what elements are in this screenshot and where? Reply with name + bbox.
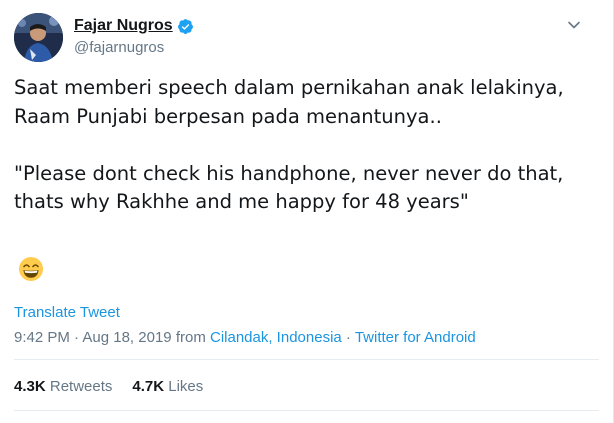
tweet-text: Saat memberi speech dalam pernikahan ana…: [14, 74, 599, 217]
tweet-metadata: 9:42 PM · Aug 18, 2019 from Cilandak, In…: [14, 329, 476, 346]
author-display-name[interactable]: Fajar Nugros: [74, 17, 173, 35]
translate-tweet-link[interactable]: Translate Tweet: [14, 304, 120, 321]
verified-badge-icon: [177, 18, 194, 35]
chevron-down-icon[interactable]: [567, 18, 581, 32]
grinning-face-emoji-icon: [18, 256, 44, 282]
tweet-source-link[interactable]: Twitter for Android: [355, 329, 476, 346]
tweet-date[interactable]: Aug 18, 2019: [82, 329, 171, 346]
avatar[interactable]: [14, 13, 63, 62]
tweet-location-link[interactable]: Cilandak, Indonesia: [210, 329, 342, 346]
divider: [14, 359, 599, 360]
from-label: from: [175, 329, 206, 346]
likes-count: 4.7K: [132, 378, 165, 395]
tweet-line: Raam Punjabi berpesan pada menantunya..: [14, 104, 442, 128]
likes-label: Likes: [168, 378, 204, 395]
divider: [14, 410, 599, 411]
tweet-line: thats why Rakhhe and me happy for 48 yea…: [14, 190, 469, 213]
retweets-stat[interactable]: 4.3K Retweets: [14, 378, 112, 395]
tweet-time[interactable]: 9:42 PM: [14, 329, 70, 346]
retweets-label: Retweets: [49, 378, 113, 395]
meta-separator: ·: [74, 329, 80, 346]
author-handle[interactable]: @fajarnugros: [74, 39, 164, 56]
tweet-card: Fajar Nugros @fajarnugros Saat memberi s…: [0, 0, 614, 423]
meta-separator: ·: [345, 329, 351, 346]
author-name-row: Fajar Nugros: [74, 17, 194, 35]
retweets-count: 4.3K: [14, 378, 46, 395]
tweet-line: "Please dont check his handphone, never …: [14, 161, 564, 185]
tweet-line-blank: [14, 131, 599, 160]
tweet-stats: 4.3K Retweets 4.7K Likes: [14, 378, 203, 395]
avatar-image: [14, 13, 63, 62]
tweet-line: Saat memberi speech dalam pernikahan ana…: [14, 76, 564, 99]
likes-stat[interactable]: 4.7K Likes: [132, 378, 203, 395]
